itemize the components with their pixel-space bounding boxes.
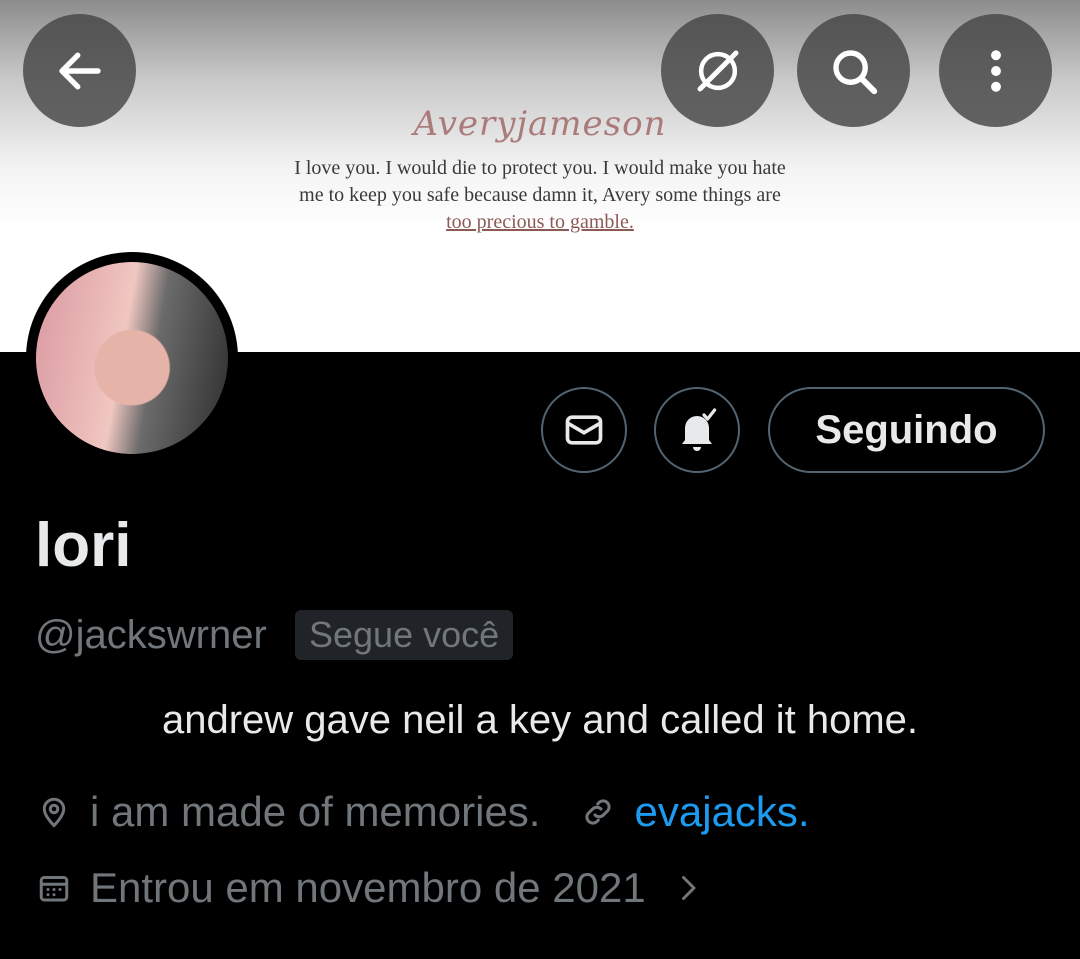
user-handle: @jackswrner	[35, 613, 267, 657]
bell-check-icon	[682, 408, 717, 451]
chevron-right-icon	[681, 876, 696, 900]
website-link[interactable]: evajacks.	[634, 788, 809, 836]
location-text: i am made of memories.	[90, 788, 541, 835]
banner-signature: Averyjameson	[413, 104, 667, 144]
message-button[interactable]	[541, 387, 627, 473]
following-button[interactable]: Seguindo	[768, 387, 1045, 473]
back-button[interactable]	[23, 14, 136, 127]
avatar-container[interactable]	[26, 252, 238, 464]
more-vertical-icon	[990, 49, 1001, 92]
banner-quote-line-2: me to keep you safe because damn it, Ave…	[299, 184, 781, 206]
grok-icon	[697, 50, 738, 91]
grok-button[interactable]	[661, 14, 774, 127]
banner-quote: I love you. I would die to protect you. …	[0, 155, 1080, 236]
location-pin-icon	[42, 797, 66, 828]
notifications-button[interactable]	[654, 387, 740, 473]
search-icon	[832, 49, 877, 94]
search-button[interactable]	[797, 14, 910, 127]
profile-meta-location-row: i am made of memories. evajacks.	[36, 787, 810, 837]
calendar-icon	[39, 876, 69, 902]
arrow-left-icon	[58, 52, 101, 89]
link-icon	[585, 799, 612, 825]
display-name: lori	[35, 511, 132, 580]
banner-quote-line-1: I love you. I would die to protect you. …	[294, 157, 786, 179]
follows-you-badge: Segue você	[295, 610, 514, 660]
joined-date: Entrou em novembro de 2021	[90, 864, 646, 911]
profile-meta-joined-row[interactable]: Entrou em novembro de 2021	[36, 863, 706, 913]
more-button[interactable]	[939, 14, 1052, 127]
banner-quote-line-3: too precious to gamble.	[446, 211, 634, 233]
mail-icon	[565, 415, 603, 445]
bio: andrew gave neil a key and called it hom…	[161, 698, 918, 742]
avatar[interactable]	[36, 262, 228, 454]
